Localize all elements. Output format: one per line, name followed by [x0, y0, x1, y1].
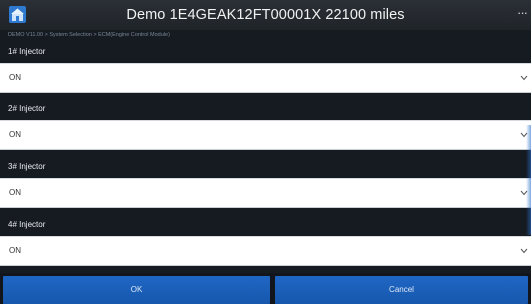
select-value: ON [9, 246, 21, 255]
page-title: Demo 1E4GEAK12FT00001X 22100 miles [126, 7, 405, 23]
injector-label: 2# Injector [8, 104, 46, 113]
select-value: ON [9, 73, 21, 82]
injector-label: 3# Injector [8, 162, 46, 171]
injector-3-select[interactable]: ON [0, 178, 531, 208]
select-value: ON [9, 188, 21, 197]
injector-label: 4# Injector [8, 220, 46, 229]
injector-label: 1# Injector [8, 47, 46, 56]
chevron-down-icon [520, 248, 528, 254]
injector-4-select[interactable]: ON [0, 236, 531, 266]
ok-button[interactable]: OK [3, 276, 270, 304]
breadcrumb: DEMO V11.00 > System Selection > ECM(Eng… [8, 32, 170, 38]
cancel-button[interactable]: Cancel [275, 276, 528, 304]
scroll-indicator[interactable] [526, 125, 531, 235]
chevron-down-icon [520, 75, 528, 81]
top-bar: Demo 1E4GEAK12FT00001X 22100 miles ··· [0, 0, 531, 30]
select-value: ON [9, 130, 21, 139]
action-bar: OK Cancel [0, 273, 531, 304]
injector-2-select[interactable]: ON [0, 120, 531, 150]
injector-1-select[interactable]: ON [0, 63, 531, 93]
more-icon[interactable]: ··· [517, 5, 528, 20]
